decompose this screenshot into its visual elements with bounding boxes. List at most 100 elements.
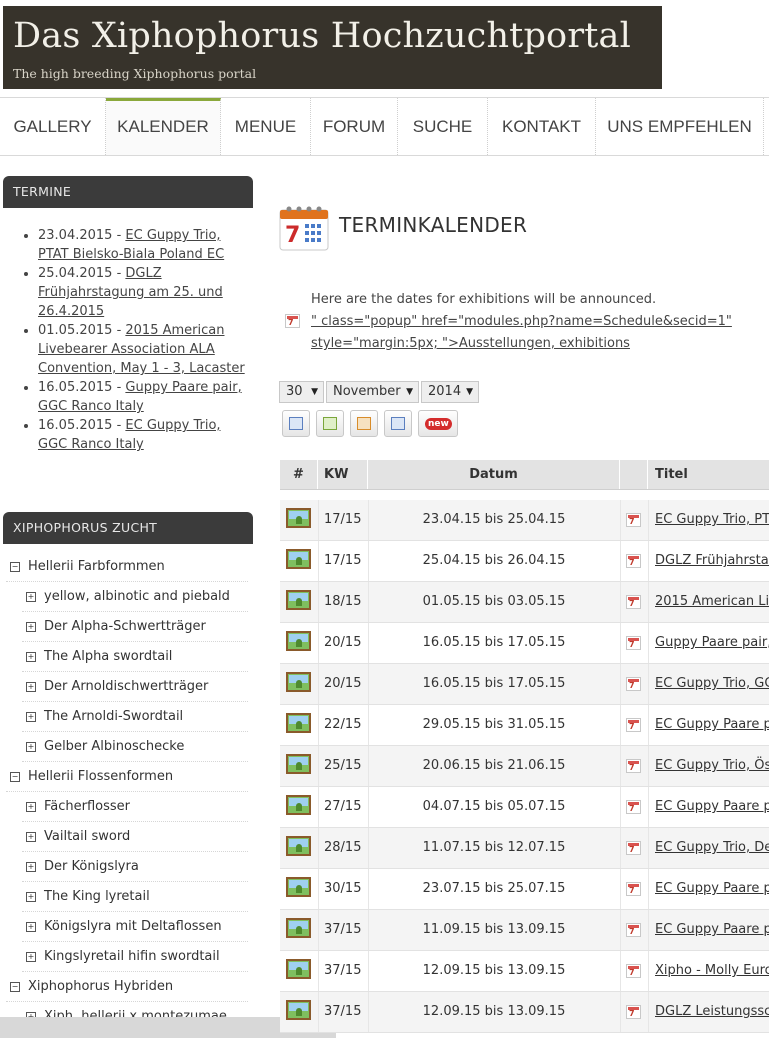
event-image-icon[interactable] [286, 836, 311, 856]
expand-icon[interactable]: + [26, 922, 36, 932]
new-event-button[interactable]: new [418, 410, 458, 437]
event-title-link[interactable]: EC Guppy Paare pair [655, 717, 769, 732]
sidebar-menu-item[interactable]: + Vailtail sword [22, 822, 248, 852]
event-icon [626, 841, 641, 855]
expand-icon[interactable]: + [26, 892, 36, 902]
sidebar-menu-item[interactable]: + Gelber Albinoschecke [22, 732, 248, 762]
collapse-icon[interactable]: − [10, 562, 20, 572]
collapse-icon[interactable]: − [10, 982, 20, 992]
event-title-link[interactable]: EC Guppy Trio, PTAT Bielsko-Biala Poland… [655, 512, 769, 527]
expand-icon[interactable]: + [26, 682, 36, 692]
nav-forum[interactable]: FORUM [311, 98, 398, 155]
year-select[interactable]: 2014 [421, 381, 479, 403]
event-image-icon[interactable] [286, 959, 311, 979]
site-banner[interactable]: Das Xiphophorus Hochzuchtportal The high… [3, 6, 662, 89]
list-view-button[interactable] [282, 410, 310, 437]
sidebar-menu-label: The King lyretail [44, 889, 150, 904]
event-image-icon[interactable] [286, 508, 311, 528]
expand-icon[interactable]: + [26, 952, 36, 962]
nav-suche[interactable]: SUCHE [398, 98, 488, 155]
sidebar-menu-item[interactable]: + Königslyra mit Deltaflossen [22, 912, 248, 942]
event-title-link[interactable]: EC Guppy Paare pair [655, 922, 769, 937]
month-select[interactable]: November [326, 381, 419, 403]
sidebar-menu-label: The Alpha swordtail [44, 649, 173, 664]
event-image-icon[interactable] [286, 877, 311, 897]
day-select[interactable]: 30 [279, 381, 324, 403]
month-view-button[interactable] [384, 410, 412, 437]
titel-cell: EC Guppy Trio, Österreich [655, 746, 769, 786]
nav-menue[interactable]: MENUE [221, 98, 311, 155]
event-title-link[interactable]: EC Guppy Trio, Deutschland [655, 840, 769, 855]
nav-kalender[interactable]: KALENDER [106, 98, 221, 155]
collapse-icon[interactable]: − [10, 772, 20, 782]
sidebar-menu-item[interactable]: + Der Königslyra [22, 852, 248, 882]
expand-icon[interactable]: + [26, 592, 36, 602]
kw-cell: 20/15 [324, 635, 362, 650]
sidebar-menu-label: Der Alpha-Schwertträger [44, 619, 206, 634]
event-image-icon[interactable] [286, 631, 311, 651]
sidebar-menu-item[interactable]: + Kingslyretail hifin swordtail [22, 942, 248, 972]
kw-cell: 17/15 [324, 553, 362, 568]
event-title-link[interactable]: EC Guppy Paare pair [655, 881, 769, 896]
table-header: # KW Datum Titel [280, 460, 769, 490]
event-image-icon[interactable] [286, 672, 311, 692]
sidebar-menu-item[interactable]: − Hellerii Farbformmen [6, 552, 248, 582]
datum-cell: 01.05.15 bis 03.05.15 [422, 594, 566, 609]
event-icon [626, 759, 641, 773]
day-view-button[interactable] [316, 410, 344, 437]
nav-gallery[interactable]: GALLERY [0, 98, 106, 155]
table-row: 22/15 29.05.15 bis 31.05.15 EC Guppy Paare… [280, 705, 769, 746]
sidebar-menu-item[interactable]: + yellow, albinotic and piebald [22, 582, 248, 612]
nav-uns-empfehlen[interactable]: UNS EMPFEHLEN [596, 98, 764, 155]
titel-cell: EC Guppy Trio, PTAT Bielsko-Biala Poland… [655, 500, 769, 540]
expand-icon[interactable]: + [26, 862, 36, 872]
week-view-button[interactable] [350, 410, 378, 437]
exhibitions-link[interactable]: " class="popup" href="modules.php?name=S… [311, 314, 732, 351]
event-title-link[interactable]: EC Guppy Trio, Österreich [655, 758, 769, 773]
nav-kontakt[interactable]: KONTAKT [488, 98, 596, 155]
event-icon [626, 677, 641, 691]
event-title-link[interactable]: EC Guppy Trio, GGC Ranco Italy [655, 676, 769, 691]
expand-icon[interactable]: + [26, 712, 36, 722]
sidebar-menu-item[interactable]: + Fächerflosser [22, 792, 248, 822]
event-icon [626, 513, 641, 527]
expand-icon[interactable]: + [26, 832, 36, 842]
kw-cell: 37/15 [324, 963, 362, 978]
sidebar-menu-item[interactable]: + The Arnoldi-Swordtail [22, 702, 248, 732]
event-image-icon[interactable] [286, 549, 311, 569]
termine-heading: TERMINE [3, 176, 253, 208]
event-image-icon[interactable] [286, 918, 311, 938]
titel-cell: EC Guppy Paare pair [655, 869, 769, 909]
sidebar-menu-label: yellow, albinotic and piebald [44, 589, 230, 604]
col-icon [620, 460, 648, 489]
expand-icon[interactable]: + [26, 652, 36, 662]
event-title-link[interactable]: DGLZ Frühjahrstagung am 25. und 26.4.201… [655, 553, 769, 568]
sidebar-menu-label: Vailtail sword [44, 829, 131, 844]
expand-icon[interactable]: + [26, 622, 36, 632]
event-title-link[interactable]: Guppy Paare pair, GGC Ranco Italy [655, 635, 769, 650]
list-item: 16.05.2015 - EC Guppy Trio, GGC Ranco It… [38, 416, 246, 454]
sidebar-menu-label: Fächerflosser [44, 799, 131, 814]
expand-icon[interactable]: + [26, 802, 36, 812]
event-image-icon[interactable] [286, 713, 311, 733]
event-title-link[interactable]: Xipho - Molly Europa [655, 963, 769, 978]
event-title-link[interactable]: EC Guppy Paare pair [655, 799, 769, 814]
day-view-icon [323, 417, 337, 430]
sidebar-menu-item[interactable]: + The Alpha swordtail [22, 642, 248, 672]
event-image-icon[interactable] [286, 795, 311, 815]
event-image-icon[interactable] [286, 754, 311, 774]
kw-cell: 18/15 [324, 594, 362, 609]
table-row: 18/15 01.05.15 bis 03.05.15 2015 American … [280, 582, 769, 623]
sidebar-menu-item[interactable]: + The King lyretail [22, 882, 248, 912]
event-title-link[interactable]: DGLZ Leistungsschau [655, 1004, 769, 1019]
sidebar-menu-item[interactable]: − Hellerii Flossenformen [6, 762, 248, 792]
event-title-link[interactable]: 2015 American Livebearer Association ALA… [655, 594, 769, 609]
event-icon [626, 554, 641, 568]
sidebar-menu-item[interactable]: − Xiphophorus Hybriden [6, 972, 248, 1002]
event-image-icon[interactable] [286, 1000, 311, 1020]
expand-icon[interactable]: + [26, 742, 36, 752]
col-num: # [280, 460, 318, 489]
sidebar-menu-item[interactable]: + Der Alpha-Schwertträger [22, 612, 248, 642]
event-image-icon[interactable] [286, 590, 311, 610]
sidebar-menu-item[interactable]: + Der Arnoldischwertträger [22, 672, 248, 702]
